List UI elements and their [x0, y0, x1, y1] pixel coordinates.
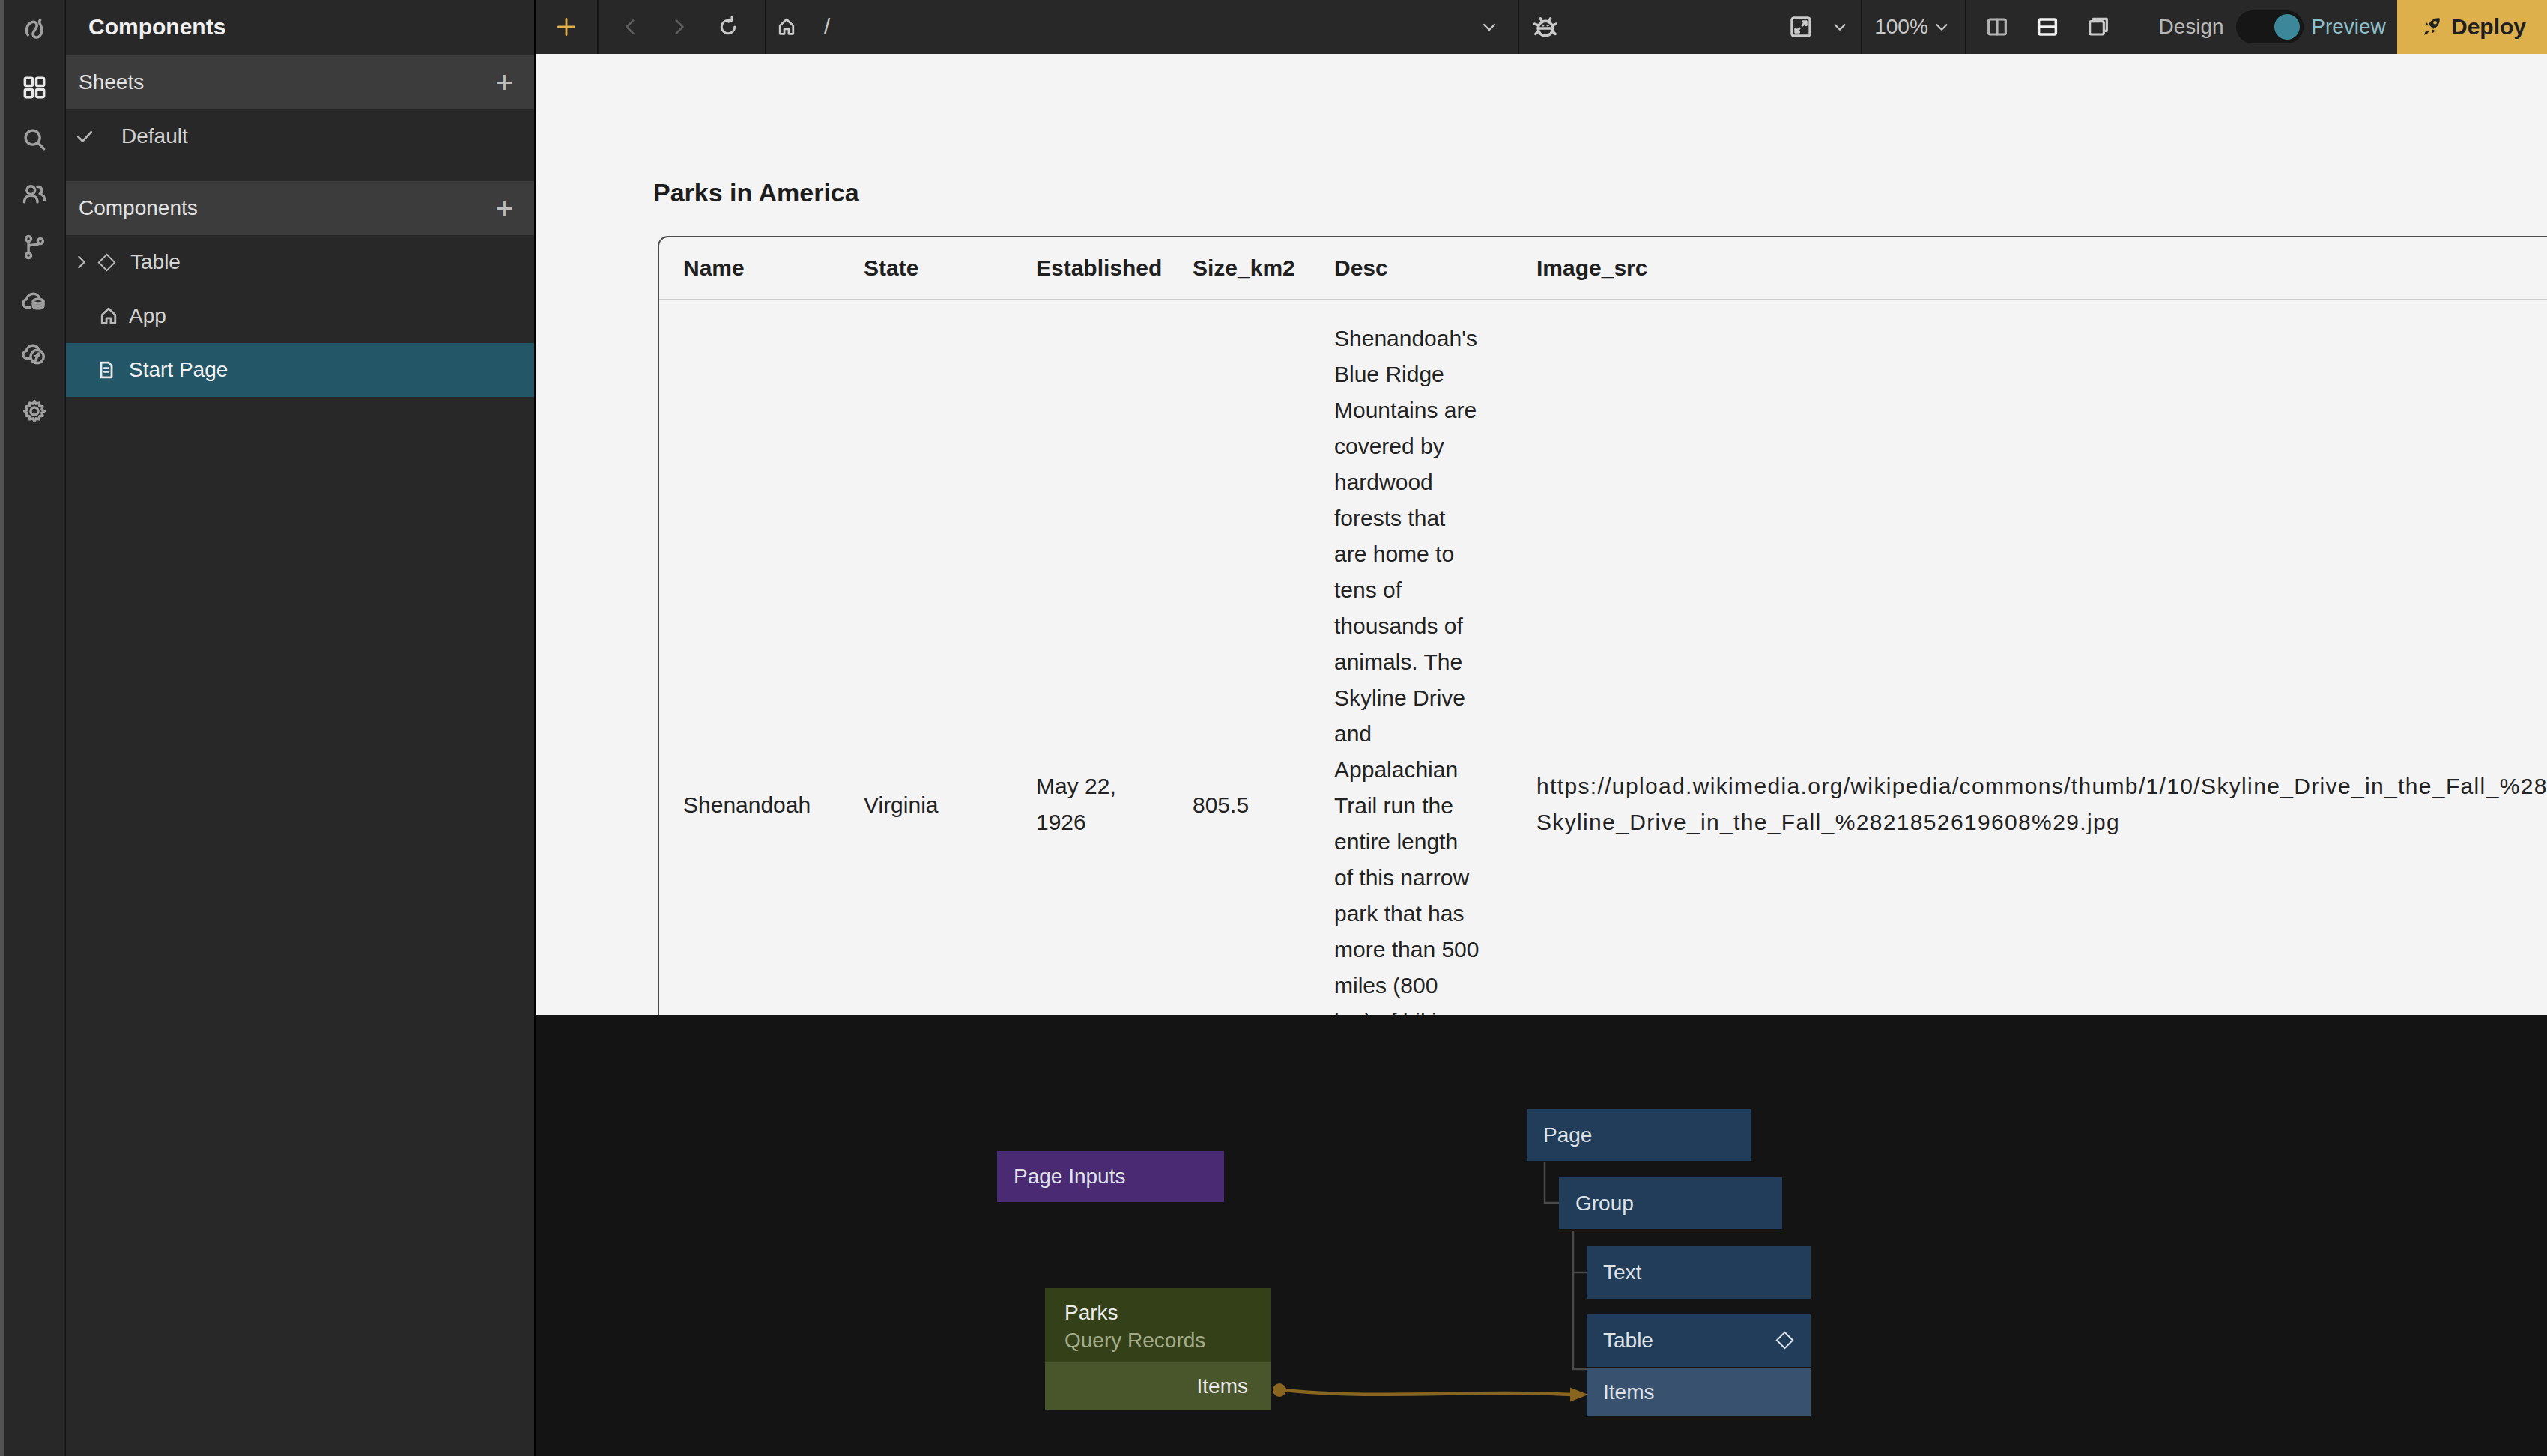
design-preview-toggle[interactable]: [2236, 10, 2304, 43]
component-item-label: Table: [130, 250, 181, 274]
toolbar-divider: [1965, 0, 1966, 54]
check-icon: [75, 127, 94, 146]
canvas-size-icon[interactable]: [1788, 14, 1814, 40]
sheets-section-label: Sheets: [79, 70, 144, 94]
components-section-label: Components: [79, 196, 198, 220]
col-header-image[interactable]: Image_src: [1536, 255, 1647, 281]
top-toolbar: + / 100% Design Preview Deploy: [536, 0, 2547, 54]
node-parks-body: Parks Query Records: [1045, 1288, 1271, 1362]
toolbar-divider: [1518, 0, 1519, 54]
deploy-button[interactable]: Deploy: [2397, 0, 2547, 54]
cell-image-src-line1[interactable]: https://upload.wikimedia.org/wikipedia/c…: [1536, 768, 2547, 804]
node-table-items[interactable]: Items: [1587, 1368, 1811, 1416]
design-label: Design: [2158, 15, 2223, 39]
toolbar-divider: [597, 0, 599, 54]
component-item-label: Start Page: [129, 358, 228, 382]
cell-state[interactable]: Virginia: [864, 787, 939, 823]
cell-name[interactable]: Shenandoah: [683, 787, 811, 823]
nav-forward-button[interactable]: [669, 17, 688, 37]
panel-title: Components: [66, 0, 534, 54]
col-header-established[interactable]: Established: [1036, 255, 1162, 281]
node-page[interactable]: Page: [1527, 1109, 1751, 1161]
breadcrumb-path: /: [824, 14, 830, 40]
sheets-section-header[interactable]: Sheets +: [66, 55, 534, 109]
node-label: Items: [1603, 1380, 1654, 1404]
add-component-button[interactable]: +: [496, 193, 513, 223]
users-icon[interactable]: [19, 178, 49, 208]
components-nav-icon[interactable]: [19, 73, 49, 103]
canvas-size-chevron[interactable]: [1832, 19, 1848, 35]
node-label: Group: [1575, 1192, 1634, 1216]
node-text[interactable]: Text: [1587, 1246, 1811, 1299]
refresh-button[interactable]: [717, 16, 739, 38]
settings-gear-icon[interactable]: [19, 396, 49, 426]
activity-bar: [4, 0, 65, 1456]
node-parks-items-port[interactable]: Items: [1045, 1362, 1271, 1410]
home-icon: [98, 306, 119, 327]
parks-table[interactable]: Name State Established Size_km2 Desc Ima…: [658, 236, 2547, 1015]
deploy-label: Deploy: [2451, 14, 2526, 40]
component-item-app[interactable]: App: [66, 289, 534, 343]
toolbar-divider: [1861, 0, 1862, 54]
col-header-state[interactable]: State: [864, 255, 918, 281]
cell-established[interactable]: May 22, 1926: [1036, 768, 1116, 840]
functions-icon[interactable]: [19, 339, 49, 369]
component-item-label: App: [129, 304, 166, 328]
col-header-size[interactable]: Size_km2: [1193, 255, 1295, 281]
node-label: Page: [1543, 1123, 1592, 1147]
graph-wires: [536, 1015, 2547, 1456]
split-columns-icon[interactable]: [1985, 15, 2009, 39]
debug-bug-icon[interactable]: [1530, 11, 1561, 43]
data-sources-icon[interactable]: [19, 287, 49, 317]
query-name: Parks: [1064, 1299, 1271, 1326]
add-button[interactable]: +: [554, 14, 579, 40]
search-icon[interactable]: [19, 124, 49, 154]
col-header-desc[interactable]: Desc: [1334, 255, 1388, 281]
cell-image-src-line2[interactable]: Skyline_Drive_in_the_Fall_%2821852619608…: [1536, 804, 2120, 840]
node-table[interactable]: Table: [1587, 1314, 1811, 1367]
zoom-chevron[interactable]: [1933, 19, 1950, 35]
rocket-icon: [2418, 14, 2444, 40]
zoom-level[interactable]: 100%: [1874, 15, 1928, 39]
page-file-icon: [96, 360, 117, 380]
cell-size[interactable]: 805.5: [1193, 787, 1249, 823]
toggle-knob[interactable]: [2274, 14, 2300, 40]
component-item-table[interactable]: Table: [66, 235, 534, 289]
chevron-right-icon[interactable]: [73, 254, 90, 270]
node-page-inputs[interactable]: Page Inputs: [997, 1151, 1224, 1202]
add-sheet-button[interactable]: +: [496, 67, 513, 97]
node-group[interactable]: Group: [1559, 1177, 1782, 1229]
node-label: Page Inputs: [1014, 1165, 1125, 1189]
node-label: Text: [1603, 1261, 1641, 1284]
nav-back-button[interactable]: [621, 17, 640, 37]
components-section-header[interactable]: Components +: [66, 181, 534, 235]
windows-icon[interactable]: [2086, 15, 2110, 39]
table-header-row: Name State Established Size_km2 Desc Ima…: [659, 237, 2547, 300]
split-rows-icon[interactable]: [2035, 15, 2059, 39]
component-item-start-page[interactable]: Start Page: [66, 343, 534, 397]
node-label: Table: [1603, 1329, 1653, 1353]
col-header-name[interactable]: Name: [683, 255, 745, 281]
node-graph-panel[interactable]: Page Inputs Parks Query Records Items Pa…: [536, 1015, 2547, 1456]
workflows-icon[interactable]: [19, 232, 49, 262]
page-heading[interactable]: Parks in America: [653, 178, 859, 207]
page-dropdown-chevron[interactable]: [1480, 18, 1498, 36]
preview-label: Preview: [2311, 15, 2386, 39]
cell-desc[interactable]: Shenandoah's Blue Ridge Mountains are co…: [1334, 321, 1479, 1015]
toolbar-divider: [765, 0, 766, 54]
component-diamond-icon: [97, 253, 115, 271]
home-breadcrumb-icon[interactable]: [776, 16, 797, 37]
design-canvas[interactable]: Parks in America Name State Established …: [536, 54, 2547, 1015]
sheet-item-label: Default: [121, 124, 188, 148]
port-label: Items: [1197, 1374, 1248, 1398]
query-type: Query Records: [1064, 1326, 1271, 1354]
node-parks-query[interactable]: Parks Query Records Items: [1045, 1288, 1271, 1410]
components-panel: Components Sheets + Default Components +…: [66, 0, 536, 1456]
logo-icon[interactable]: [19, 14, 49, 44]
sheet-item-default[interactable]: Default: [66, 109, 534, 163]
table-diamond-icon: [1775, 1331, 1793, 1349]
